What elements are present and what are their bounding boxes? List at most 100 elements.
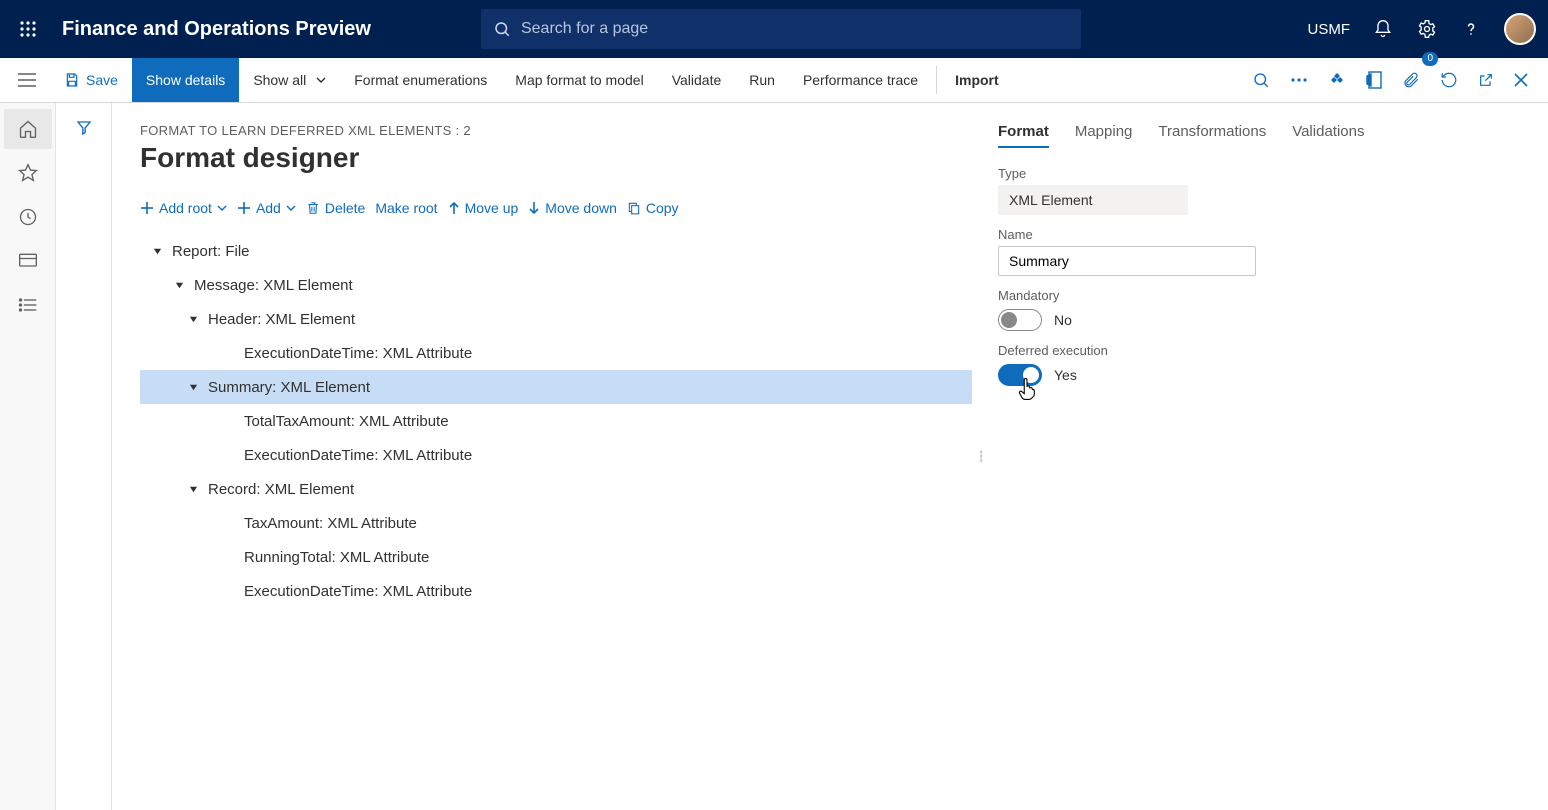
tree-toggle[interactable] <box>148 242 166 260</box>
show-details-button[interactable]: Show details <box>132 58 239 102</box>
nav-workspaces[interactable] <box>4 241 52 281</box>
tree-label: TotalTaxAmount: XML Attribute <box>244 413 449 430</box>
tree-row[interactable]: RunningTotal: XML Attribute <box>140 540 972 574</box>
run-button[interactable]: Run <box>735 58 789 102</box>
chevron-down-icon <box>316 77 326 83</box>
chevron-down-icon <box>217 205 227 211</box>
tree-toggle[interactable] <box>184 310 202 328</box>
copy-button[interactable]: Copy <box>627 200 679 216</box>
format-enumerations-button[interactable]: Format enumerations <box>340 58 501 102</box>
splitter-handle[interactable]: ┆ <box>972 123 990 790</box>
tree-toggle <box>220 548 238 566</box>
deferred-label: Deferred execution <box>998 343 1520 358</box>
tree-row[interactable]: ExecutionDateTime: XML Attribute <box>140 336 972 370</box>
attachment-button[interactable]: 0 <box>1392 58 1430 102</box>
chevron-down-icon <box>286 205 296 211</box>
tree-label: Record: XML Element <box>208 481 354 498</box>
type-value: XML Element <box>998 185 1188 215</box>
tree-label: Message: XML Element <box>194 277 353 294</box>
tree-row[interactable]: Header: XML Element <box>140 302 972 336</box>
plus-icon <box>237 201 251 215</box>
bell-icon[interactable] <box>1372 18 1394 40</box>
tab-transformations[interactable]: Transformations <box>1158 123 1266 148</box>
tree-toggle[interactable] <box>170 276 188 294</box>
global-search[interactable]: Search for a page <box>481 9 1081 49</box>
add-button[interactable]: Add <box>237 200 296 216</box>
more-button[interactable] <box>1280 58 1318 102</box>
tree-row[interactable]: Record: XML Element <box>140 472 972 506</box>
map-format-to-model-button[interactable]: Map format to model <box>501 58 657 102</box>
nav-modules[interactable] <box>4 285 52 325</box>
avatar[interactable] <box>1504 13 1536 45</box>
tree-toggle <box>220 344 238 362</box>
tab-format[interactable]: Format <box>998 123 1049 148</box>
deferred-execution-toggle[interactable] <box>998 364 1042 386</box>
copy-icon <box>627 200 641 216</box>
filter-icon[interactable] <box>75 119 93 810</box>
search-placeholder: Search for a page <box>521 20 648 38</box>
tree-row[interactable]: Summary: XML Element <box>140 370 972 404</box>
tree-row[interactable]: TotalTaxAmount: XML Attribute <box>140 404 972 438</box>
more-icon <box>1290 77 1308 83</box>
move-up-button[interactable]: Move up <box>448 200 519 216</box>
help-icon[interactable] <box>1460 18 1482 40</box>
tree-toolbar: Add root Add Delete Make root Move up <box>140 200 972 216</box>
tree-label: Summary: XML Element <box>208 379 370 396</box>
delete-button[interactable]: Delete <box>306 200 365 216</box>
tree-toggle <box>220 446 238 464</box>
office-icon-button[interactable] <box>1356 58 1392 102</box>
tree-row[interactable]: Message: XML Element <box>140 268 972 302</box>
command-search-button[interactable] <box>1242 58 1280 102</box>
clock-icon <box>18 207 38 227</box>
tree-label: RunningTotal: XML Attribute <box>244 549 429 566</box>
validate-button[interactable]: Validate <box>658 58 736 102</box>
tree-toggle[interactable] <box>184 378 202 396</box>
close-button[interactable] <box>1504 58 1538 102</box>
name-input[interactable] <box>998 246 1256 276</box>
arrow-down-icon <box>528 201 540 215</box>
left-nav-rail <box>0 103 56 810</box>
tab-mapping[interactable]: Mapping <box>1075 123 1133 148</box>
tree-row[interactable]: Report: File <box>140 234 972 268</box>
diamond-icon-button[interactable] <box>1318 58 1356 102</box>
tree[interactable]: Report: File Message: XML Element Header: … <box>140 234 972 608</box>
import-button[interactable]: Import <box>941 58 1013 102</box>
company-code[interactable]: USMF <box>1308 21 1351 38</box>
hamburger-button[interactable] <box>4 58 50 102</box>
tree-label: TaxAmount: XML Attribute <box>244 515 417 532</box>
gear-icon[interactable] <box>1416 18 1438 40</box>
mandatory-value: No <box>1054 312 1072 328</box>
move-down-button[interactable]: Move down <box>528 200 617 216</box>
command-bar: Save Show details Show all Format enumer… <box>0 58 1548 103</box>
tree-row[interactable]: ExecutionDateTime: XML Attribute <box>140 574 972 608</box>
tree-row[interactable]: ExecutionDateTime: XML Attribute <box>140 438 972 472</box>
tree-label: Report: File <box>172 243 250 260</box>
save-button[interactable]: Save <box>50 58 132 102</box>
trash-icon <box>306 200 320 216</box>
show-all-button[interactable]: Show all <box>239 58 340 102</box>
save-icon <box>64 72 80 88</box>
nav-favorites[interactable] <box>4 153 52 193</box>
tree-label: ExecutionDateTime: XML Attribute <box>244 345 472 362</box>
home-icon <box>18 119 38 139</box>
popout-button[interactable] <box>1468 58 1504 102</box>
office-icon <box>1366 71 1382 89</box>
tab-validations[interactable]: Validations <box>1292 123 1364 148</box>
tree-toggle[interactable] <box>184 480 202 498</box>
nav-recent[interactable] <box>4 197 52 237</box>
tree-row[interactable]: TaxAmount: XML Attribute <box>140 506 972 540</box>
nav-home[interactable] <box>4 109 52 149</box>
mandatory-toggle[interactable] <box>998 309 1042 331</box>
star-icon <box>18 163 38 183</box>
refresh-button[interactable] <box>1430 58 1468 102</box>
tree-label: ExecutionDateTime: XML Attribute <box>244 583 472 600</box>
performance-trace-button[interactable]: Performance trace <box>789 58 932 102</box>
plus-icon <box>140 201 154 215</box>
add-root-button[interactable]: Add root <box>140 200 227 216</box>
tree-toggle <box>220 514 238 532</box>
tree-toggle <box>220 412 238 430</box>
make-root-button[interactable]: Make root <box>375 200 437 216</box>
close-icon <box>1514 73 1528 87</box>
waffle-menu-icon[interactable] <box>12 13 44 45</box>
tree-label: ExecutionDateTime: XML Attribute <box>244 447 472 464</box>
